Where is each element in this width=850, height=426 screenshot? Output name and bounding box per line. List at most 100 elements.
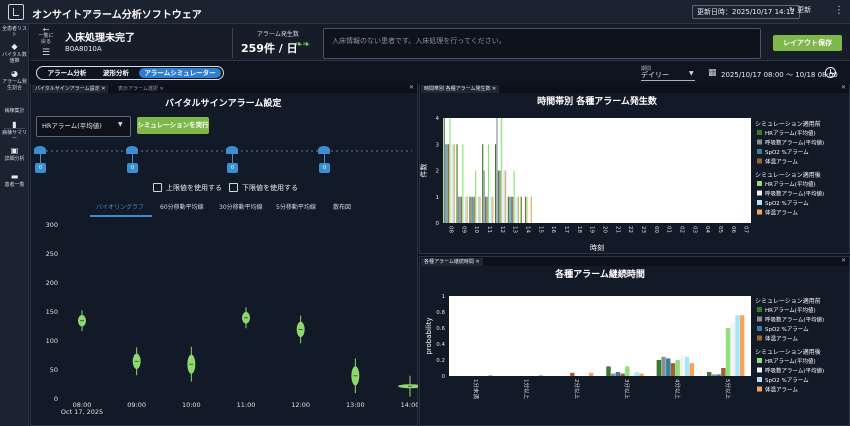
x-tick-label: 14 [524, 226, 530, 233]
message-field[interactable]: 入床情報のない患者です。入床処理を行ってください。 [323, 28, 761, 59]
x-tick-label: 22 [627, 226, 633, 233]
bar [500, 118, 502, 223]
sidebar-item-patient-list[interactable]: ▬ 患者一覧 [0, 172, 29, 188]
tab-alarm-analysis[interactable]: アラーム分析 [41, 68, 93, 78]
refresh-button[interactable]: ↻ 更新 [789, 5, 811, 15]
slider-handle[interactable] [34, 146, 46, 154]
y-tick-label: 100 [46, 337, 58, 345]
sidebar-item-vitals[interactable]: ◆ バイタル数値推 [0, 42, 29, 64]
slider-handle[interactable] [126, 146, 138, 154]
slider-handle[interactable] [226, 146, 238, 154]
x-tick-label: 10 [473, 226, 479, 233]
bar [459, 196, 461, 223]
x-tick-label: 12:00 [291, 401, 310, 409]
tab-ma5[interactable]: 5分移動平均線 [276, 202, 316, 211]
panel-tabbar: バイタルサインアラーム設定 ✕ 表示アラーム選択 ✕ ✕ [31, 84, 417, 93]
slider-handle[interactable] [318, 146, 330, 154]
detail-icon: ▣ [10, 146, 19, 155]
alarm-type-select[interactable]: HRアラーム(平均値) [36, 116, 131, 137]
y-tick-label: 3 [436, 142, 440, 148]
sidebar-section-ward: 病棟集計 [0, 108, 29, 114]
menu-icon[interactable]: ☰ [42, 48, 50, 58]
calendar-icon[interactable]: ▦ [708, 68, 717, 78]
sidebar-item-label: 病棟サマリー [1, 130, 27, 142]
bar [510, 196, 512, 223]
bar [445, 144, 447, 223]
period-select[interactable]: デイリー [641, 71, 695, 81]
save-layout-button[interactable]: レイアウト保存 [773, 35, 842, 51]
alarm-count: 259件 / 日 [241, 42, 298, 55]
bar [443, 118, 445, 223]
sidebar-item-all-patients[interactable]: 全患者リスト [0, 26, 29, 38]
close-icon[interactable]: ✕ [409, 84, 414, 91]
y-tick-label: 0 [436, 221, 440, 227]
more-menu-icon[interactable]: ⋮ [834, 5, 844, 16]
threshold-slider-track[interactable] [36, 150, 412, 152]
legend-swatch [757, 335, 762, 341]
y-tick-label: 50 [50, 366, 58, 374]
x-tick-label: 5分以上 [724, 379, 732, 399]
x-tick-label: 3分以上 [623, 379, 631, 399]
run-simulation-button[interactable]: シミュレーションを実行 [137, 117, 209, 134]
x-tick-label: 13 [512, 226, 518, 233]
bar [684, 356, 690, 376]
sidebar-item-ward-summary[interactable]: ▮ 病棟サマリー [0, 120, 29, 142]
legend-swatch [757, 190, 762, 196]
date-range[interactable]: 2025/10/17 08:00 〜 10/18 08:00 [721, 70, 838, 80]
bar [477, 196, 480, 223]
x-tick-label: 03 [691, 226, 697, 233]
bar [446, 144, 448, 223]
slider-value: 0 [227, 163, 238, 173]
x-tick-label: 21 [614, 226, 620, 233]
panel-tab-duration[interactable]: 各種アラーム継続時間 ✕ [421, 258, 483, 266]
panel-tab-hourly[interactable]: 時間帯別 各種アラーム発生数 ✕ [421, 85, 500, 93]
bar [629, 373, 635, 376]
x-tick-label: 16 [550, 226, 556, 233]
leaf-icon: ❧❧ [295, 40, 311, 50]
bar [503, 170, 505, 223]
sidebar-item-detail[interactable]: ▣ 詳細分析 [0, 146, 29, 162]
slider-stem [232, 154, 233, 163]
legend-swatch [757, 316, 762, 322]
tab-violin[interactable]: バイオリングラフ [96, 202, 144, 211]
close-icon[interactable]: ✕ [841, 84, 846, 91]
bar [509, 196, 511, 223]
legend-group-title: シミュレーション適用後 [755, 171, 821, 179]
sidebar-item-alarm-ratio[interactable]: ◕ アラーム発生割合 [0, 69, 29, 91]
bar [530, 196, 532, 223]
back-button[interactable]: ← 一覧に戻る [38, 26, 54, 46]
sidebar-item-label: 詳細分析 [4, 156, 25, 162]
bar [496, 118, 498, 223]
x-tick-label: 09 [460, 226, 466, 233]
bar [453, 144, 455, 223]
y-tick-label: 0.4 [436, 342, 445, 348]
bar [492, 196, 494, 223]
bar [469, 196, 471, 223]
x-tick-label: 06 [730, 226, 736, 233]
panel-tab-label: バイタルサインアラーム設定 [35, 86, 100, 92]
bar [473, 196, 475, 223]
close-icon[interactable]: ✕ [841, 257, 846, 264]
x-tick-label: 11 [486, 226, 492, 233]
tab-ma60[interactable]: 60分移動平均線 [160, 202, 204, 211]
tab-ma30[interactable]: 30分移動平均線 [219, 202, 263, 211]
panel-tab-vital-setting[interactable]: バイタルサインアラーム設定 ✕ [32, 85, 109, 93]
bar [486, 196, 488, 223]
date-label: Oct 17, 2025 [61, 408, 103, 416]
header-divider [232, 28, 233, 58]
bar [447, 144, 450, 223]
tab-alarm-simulator[interactable]: アラームシミュレーター [139, 68, 221, 78]
x-tick-label: 10:00 [182, 401, 201, 409]
tab-waveform[interactable]: 波形分析 [95, 68, 137, 78]
tab-scatter[interactable]: 散布図 [333, 202, 351, 211]
clock-icon[interactable] [825, 67, 836, 78]
lower-limit-checkbox[interactable] [229, 183, 238, 192]
sidebar-item-label: 全患者リスト [1, 26, 27, 38]
panel-tab-alarm-select[interactable]: 表示アラーム選択 ✕ [115, 85, 167, 93]
upper-limit-checkbox[interactable] [153, 183, 162, 192]
bar [494, 144, 497, 223]
bar [739, 315, 745, 376]
bar [725, 328, 731, 376]
x-tick-label: 01 [666, 226, 672, 233]
bar-chart-icon: ▮ [12, 120, 17, 129]
